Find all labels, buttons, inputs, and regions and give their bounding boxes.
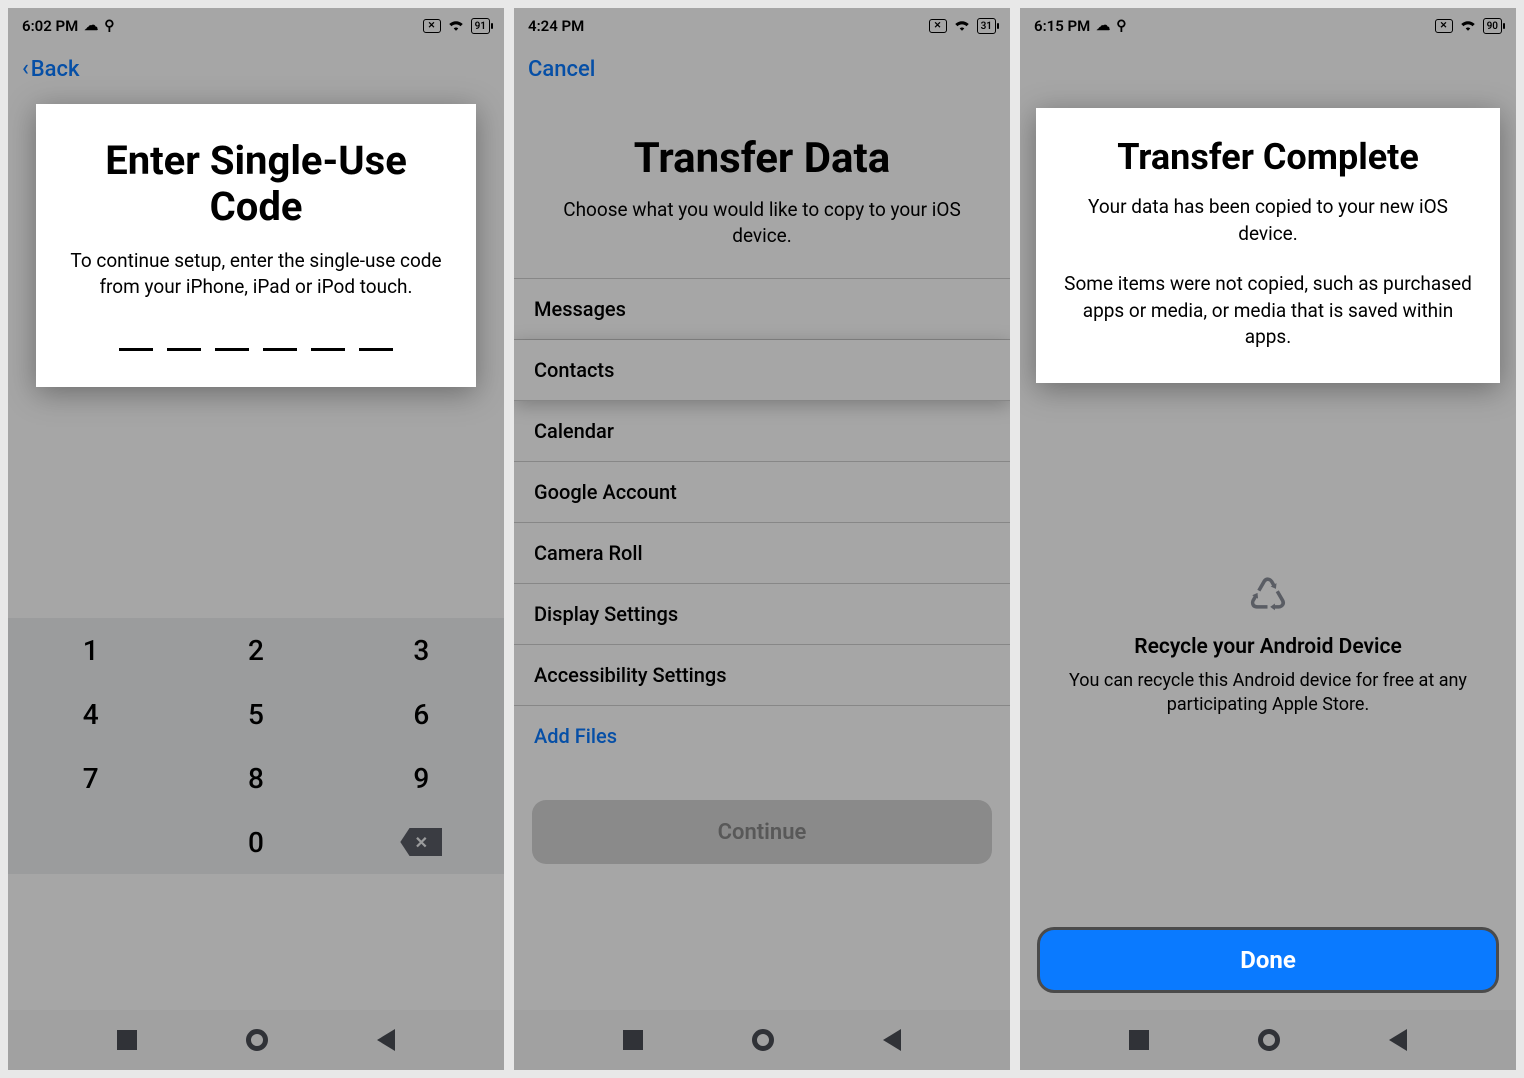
page-title: Transfer Data <box>540 134 984 183</box>
wifi-icon <box>447 17 465 35</box>
recycle-title: Recycle your Android Device <box>1060 635 1476 659</box>
rotation-lock-icon: ✕ <box>1435 19 1453 33</box>
chevron-left-icon: ‹ <box>22 56 29 81</box>
status-time: 6:15 PM <box>1034 17 1090 35</box>
code-slot <box>215 347 249 351</box>
recent-apps-button[interactable] <box>117 1030 137 1050</box>
key-backspace[interactable]: ✕ <box>339 810 504 874</box>
back-label: Back <box>31 57 80 82</box>
code-slot <box>167 347 201 351</box>
battery-icon: 31 <box>977 18 996 34</box>
back-softkey[interactable] <box>377 1029 395 1051</box>
recycle-body: You can recycle this Android device for … <box>1060 669 1476 718</box>
recent-apps-button[interactable] <box>623 1030 643 1050</box>
android-nav-bar <box>1020 1010 1516 1070</box>
key-4[interactable]: 4 <box>8 682 173 746</box>
location-icon: ⚲ <box>1116 18 1126 34</box>
home-button[interactable] <box>1258 1029 1280 1051</box>
page-subtitle: Choose what you would like to copy to yo… <box>540 197 984 248</box>
card-title: Enter Single-Use Code <box>60 138 452 230</box>
screen-transfer-data: 4:24 PM ✕ 31 Cancel Transfer Data Choose… <box>514 8 1010 1070</box>
android-nav-bar <box>8 1010 504 1070</box>
code-slot <box>359 347 393 351</box>
key-1[interactable]: 1 <box>8 618 173 682</box>
card-title: Transfer Complete <box>1058 136 1478 178</box>
location-icon: ⚲ <box>104 18 114 34</box>
code-input[interactable] <box>60 347 452 351</box>
cancel-label: Cancel <box>528 57 595 82</box>
list-item-accessibility-settings[interactable]: Accessibility Settings <box>514 645 1010 706</box>
list-item-messages[interactable]: Messages <box>514 278 1010 340</box>
backspace-icon: ✕ <box>400 828 442 856</box>
list-item-contacts[interactable]: Contacts <box>514 340 1010 401</box>
key-empty <box>8 810 173 874</box>
key-8[interactable]: 8 <box>173 746 338 810</box>
battery-icon: 90 <box>1483 18 1502 34</box>
screen-enter-code: 6:02 PM ☁ ⚲ ✕ 91 ‹ Back Enter Single-Use… <box>8 8 504 1070</box>
recycle-block: ♺ Recycle your Android Device You can re… <box>1060 568 1476 718</box>
code-slot <box>311 347 345 351</box>
status-time: 6:02 PM <box>22 17 78 35</box>
key-5[interactable]: 5 <box>173 682 338 746</box>
status-bar: 6:02 PM ☁ ⚲ ✕ 91 <box>8 8 504 44</box>
code-slot <box>119 347 153 351</box>
list-item-google-account[interactable]: Google Account <box>514 462 1010 523</box>
home-button[interactable] <box>246 1029 268 1051</box>
battery-icon: 91 <box>471 18 490 34</box>
rotation-lock-icon: ✕ <box>423 19 441 33</box>
list-item-display-settings[interactable]: Display Settings <box>514 584 1010 645</box>
recycle-icon: ♺ <box>1060 568 1476 623</box>
status-bar: 6:15 PM ☁ ⚲ ✕ 90 <box>1020 8 1516 44</box>
key-6[interactable]: 6 <box>339 682 504 746</box>
nav-row: Cancel <box>514 44 1010 94</box>
back-button[interactable]: ‹ Back <box>22 57 79 82</box>
cloud-icon: ☁ <box>84 18 98 34</box>
rotation-lock-icon: ✕ <box>929 19 947 33</box>
nav-row: ‹ Back <box>8 44 504 94</box>
back-softkey[interactable] <box>1389 1029 1407 1051</box>
key-3[interactable]: 3 <box>339 618 504 682</box>
card-para-1: Your data has been copied to your new iO… <box>1058 194 1478 247</box>
key-0[interactable]: 0 <box>173 810 338 874</box>
done-label: Done <box>1240 946 1296 974</box>
key-7[interactable]: 7 <box>8 746 173 810</box>
continue-button[interactable]: Continue <box>532 800 992 864</box>
card-subtitle: To continue setup, enter the single-use … <box>60 248 452 299</box>
add-files-link[interactable]: Add Files <box>514 706 1010 766</box>
screen-transfer-complete: 6:15 PM ☁ ⚲ ✕ 90 Transfer Complete Your … <box>1020 8 1516 1070</box>
done-button[interactable]: Done <box>1040 930 1496 990</box>
continue-label: Continue <box>718 820 807 845</box>
transfer-items-list: Messages Contacts Calendar Google Accoun… <box>514 278 1010 766</box>
recent-apps-button[interactable] <box>1129 1030 1149 1050</box>
cancel-button[interactable]: Cancel <box>528 57 595 82</box>
back-softkey[interactable] <box>883 1029 901 1051</box>
card-para-2: Some items were not copied, such as purc… <box>1058 271 1478 351</box>
android-nav-bar <box>514 1010 1010 1070</box>
enter-code-card: Enter Single-Use Code To continue setup,… <box>36 104 476 387</box>
code-slot <box>263 347 297 351</box>
wifi-icon <box>953 17 971 35</box>
list-item-camera-roll[interactable]: Camera Roll <box>514 523 1010 584</box>
key-2[interactable]: 2 <box>173 618 338 682</box>
wifi-icon <box>1459 17 1477 35</box>
key-9[interactable]: 9 <box>339 746 504 810</box>
list-item-calendar[interactable]: Calendar <box>514 401 1010 462</box>
transfer-header: Transfer Data Choose what you would like… <box>514 94 1010 278</box>
home-button[interactable] <box>752 1029 774 1051</box>
cloud-icon: ☁ <box>1096 18 1110 34</box>
complete-card: Transfer Complete Your data has been cop… <box>1036 108 1500 383</box>
status-time: 4:24 PM <box>528 17 584 35</box>
status-bar: 4:24 PM ✕ 31 <box>514 8 1010 44</box>
numeric-keypad: 1 2 3 4 5 6 7 8 9 0 ✕ <box>8 618 504 874</box>
